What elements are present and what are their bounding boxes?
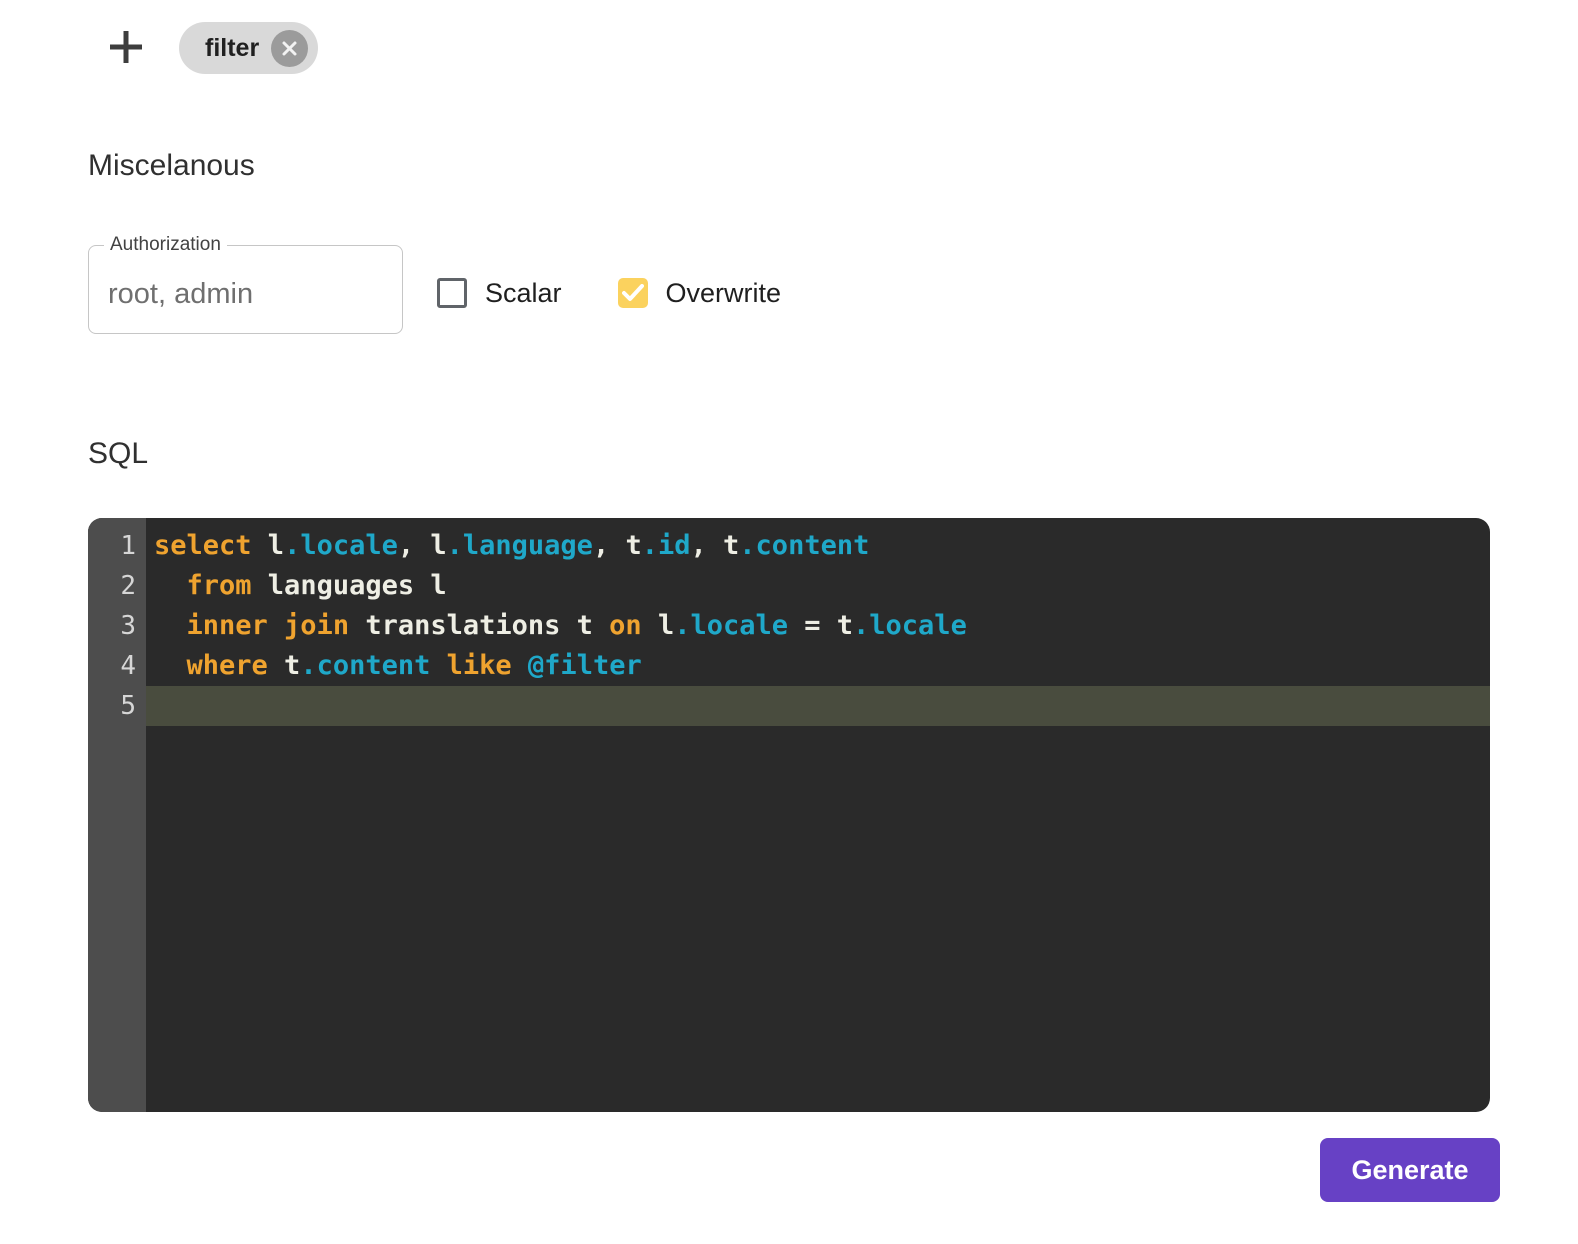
code-token-plain: l	[641, 610, 675, 641]
code-token-plain: , l	[397, 530, 447, 561]
checkbox-checked-icon[interactable]	[617, 278, 648, 308]
checkbox-label: Overwrite	[665, 277, 782, 308]
checkbox-unchecked-icon[interactable]	[437, 278, 467, 308]
checkmark-icon	[621, 284, 644, 301]
code-line-1: select l.locale, l.language, t.id, t.con…	[146, 526, 1490, 566]
generate-button[interactable]: Generate	[1320, 1138, 1500, 1202]
parameters-bar: filter	[105, 22, 1578, 74]
code-line-3: inner join translations t on l.locale = …	[146, 606, 1490, 646]
code-token-plain: translations t	[349, 610, 610, 641]
line-number: 4	[120, 651, 136, 681]
chip-close-icon[interactable]	[271, 29, 309, 67]
misc-section-title: Miscelanous	[88, 149, 255, 182]
line-number: 5	[120, 691, 136, 721]
code-token-plain: = t	[788, 610, 854, 641]
authorization-label: Authorization	[110, 234, 221, 255]
code-token-keyword: on	[609, 610, 642, 641]
code-token-property: .locale	[674, 610, 788, 641]
code-token-keyword: from	[186, 570, 252, 601]
parameter-chip-list: filter	[179, 22, 319, 74]
code-token-plain: l	[251, 530, 285, 561]
code-token-keyword: inner join	[186, 610, 350, 641]
checkbox-group: Scalar Overwrite	[437, 278, 781, 308]
code-token-keyword: where	[186, 650, 268, 681]
code-token-property: .locale	[284, 530, 398, 561]
editor-line-number-gutter: 1 2 3 4 5	[88, 518, 146, 1112]
sql-section-title: SQL	[88, 437, 149, 470]
checkbox-scalar[interactable]: Scalar	[437, 278, 562, 309]
authorization-field[interactable]: Authorization root, admin	[88, 234, 403, 334]
line-number: 3	[120, 611, 136, 641]
code-token-plain: languages l	[251, 570, 447, 601]
add-parameter-button[interactable]	[105, 27, 147, 69]
code-token-property: .locale	[853, 610, 967, 641]
code-token-keyword: like	[446, 650, 512, 681]
parameter-chip-label: filter	[205, 33, 260, 62]
line-number: 1	[120, 531, 136, 561]
code-token-keyword: select	[154, 530, 252, 561]
code-token-property: @filter	[527, 650, 642, 681]
code-line-5	[146, 686, 1490, 726]
editor-code-area[interactable]: select l.locale, l.language, t.id, t.con…	[146, 518, 1490, 1112]
code-token-property: .language	[446, 530, 593, 561]
code-token-plain: , t	[690, 530, 740, 561]
code-line-2: from languages l	[146, 566, 1490, 606]
line-number: 2	[120, 571, 136, 601]
authorization-value[interactable]: root, admin	[108, 278, 402, 311]
parameter-chip[interactable]: filter	[179, 22, 319, 74]
checkbox-overwrite[interactable]: Overwrite	[617, 277, 782, 309]
misc-controls-row: Authorization root, admin Scalar Overwrit…	[88, 234, 1578, 334]
sql-editor[interactable]: 12345 select l.locale, l.language, t.id,…	[88, 518, 1490, 1112]
code-token-plain: , t	[592, 530, 642, 561]
checkbox-label: Scalar	[485, 277, 562, 308]
code-token-property: .id	[641, 530, 691, 561]
code-line-4: where t.content like @filter	[146, 646, 1490, 686]
plus-icon	[106, 27, 146, 70]
footer-actions: Generate	[0, 1138, 1500, 1202]
code-token-plain: t	[267, 650, 301, 681]
code-token-property: .content	[300, 650, 431, 681]
code-token-property: .content	[739, 530, 870, 561]
